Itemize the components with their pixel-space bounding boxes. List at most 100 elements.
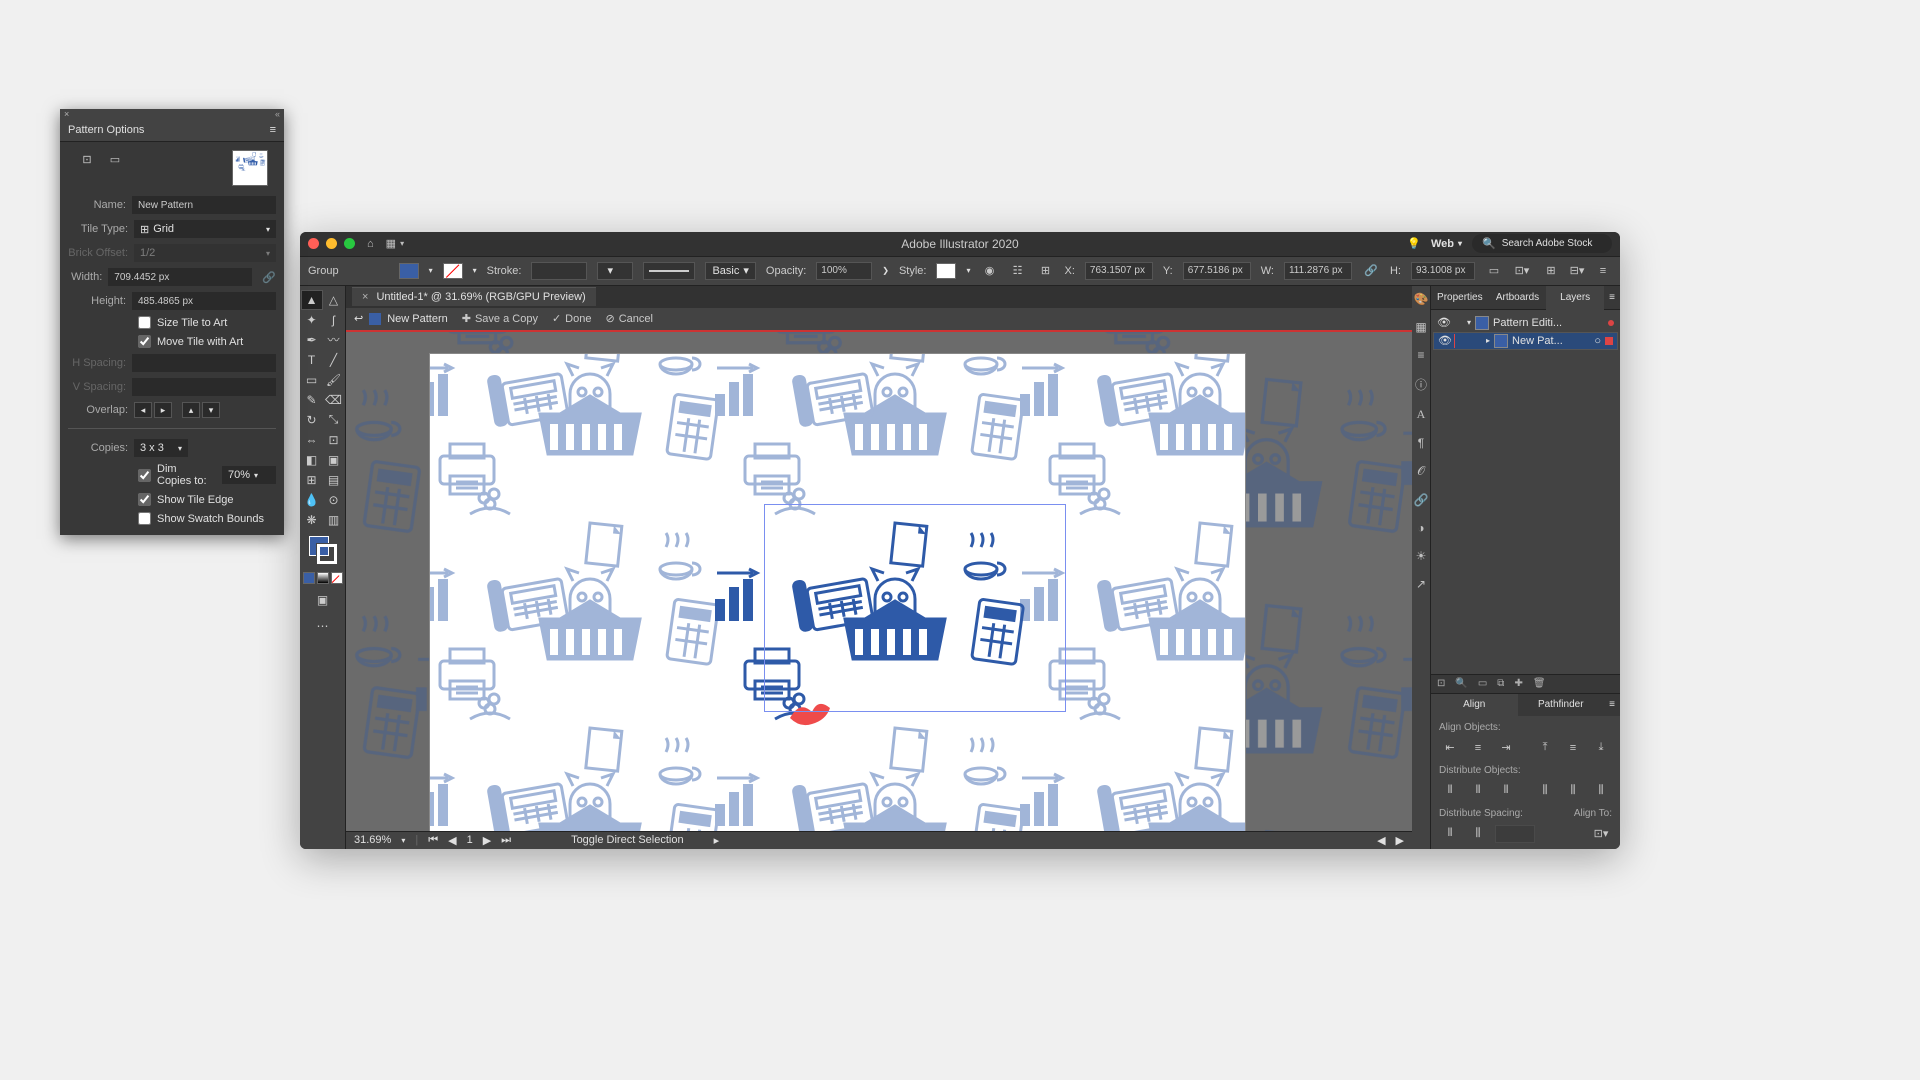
document-tab[interactable]: × Untitled-1* @ 31.69% (RGB/GPU Preview) [352,287,596,306]
link-wh-icon[interactable]: 🔗 [1362,262,1380,280]
blend-tool[interactable]: ⊙ [323,490,345,510]
free-transform-tool[interactable]: ⊡ [323,430,345,450]
brightness-panel-icon[interactable]: ☀ [1416,549,1427,563]
eyedropper-tool[interactable]: 💧 [301,490,323,510]
clip-mask-icon[interactable]: ▭ [1478,678,1487,689]
workspace-selector[interactable]: Web▾ [1431,238,1462,250]
canvas[interactable] [346,332,1412,831]
opentype-panel-icon[interactable]: 𝒪 [1417,464,1425,479]
brush-def[interactable] [643,262,695,280]
disclosure-icon[interactable]: ▾ [1467,318,1471,327]
tips-icon[interactable]: 💡 [1407,237,1421,250]
stroke-swatch[interactable] [443,263,463,279]
artboard-nav-last[interactable]: ⏭ [501,834,511,847]
brush-tool[interactable]: 🖌 [323,370,345,390]
cancel-button[interactable]: ⊘Cancel [605,312,652,325]
x-input[interactable]: 763.1507 px [1085,262,1153,280]
transform-icon[interactable]: ⊞ [1037,262,1055,280]
zoom-level[interactable]: 31.69% [354,834,391,846]
shaper-tool[interactable]: ✎ [301,390,323,410]
artboard-nav-next[interactable]: ▶ [483,834,491,847]
align-hcenter-icon[interactable]: ≡ [1467,739,1489,757]
selection-tool[interactable]: ▲ [301,290,323,310]
tab-pathfinder[interactable]: Pathfinder [1518,694,1605,716]
align-left-icon[interactable]: ⇤ [1439,739,1461,757]
arrange-docs-icon[interactable]: ▦ ▾ [386,237,404,250]
rect-tool[interactable]: ▭ [301,370,323,390]
magic-wand-tool[interactable]: ✦ [301,310,323,330]
minimize-window[interactable] [326,238,337,249]
shape-icon[interactable]: ▭ [1485,262,1503,280]
curvature-tool[interactable]: 〰 [323,330,345,350]
opacity-input[interactable]: 100% [816,262,872,280]
rotate-tool[interactable]: ↻ [301,410,323,430]
swatches-panel-icon[interactable]: ▦ [1415,320,1426,334]
export-panel-icon[interactable]: ↗ [1416,577,1426,591]
recolor-icon[interactable]: ◉ [981,262,999,280]
snap-icon[interactable]: ⊟▾ [1568,262,1586,280]
h-input[interactable]: 93.1008 px [1411,262,1475,280]
brush-profile[interactable]: Basic ▾ [705,262,755,280]
find-layer-icon[interactable]: 🔍 [1455,678,1467,689]
type-tool[interactable]: T [301,350,323,370]
menu-icon[interactable]: ≡ [1594,262,1612,280]
dist-spacing-v-icon[interactable]: ⫴ [1439,825,1461,843]
layer-row[interactable]: 👁 ▾ Pattern Editi... [1433,314,1618,332]
dist-spacing-h-icon[interactable]: ⫼ [1467,825,1489,843]
pattern-breadcrumb[interactable]: ↩ New Pattern [354,312,448,325]
done-button[interactable]: ✓Done [552,312,592,325]
tab-artboards[interactable]: Artboards [1489,286,1547,310]
dist-bottom-icon[interactable]: ⫴ [1495,782,1517,800]
close-window[interactable] [308,238,319,249]
close-tab-icon[interactable]: × [362,291,368,303]
line-tool[interactable]: ╱ [323,350,345,370]
color-panel-icon[interactable]: 🎨 [1414,292,1429,306]
w-input[interactable]: 111.2876 px [1284,262,1352,280]
paragraph-panel-icon[interactable]: ¶ [1418,436,1424,450]
var-width-profile[interactable]: ▾ [597,262,633,280]
screen-mode[interactable]: ▣ [312,590,334,610]
fill-swatch[interactable] [399,263,419,279]
perspective-tool[interactable]: ▣ [323,450,345,470]
layer-row[interactable]: 👁 ▸ New Pat... ○ [1433,332,1618,350]
tab-align[interactable]: Align [1431,694,1518,716]
appearance-panel-icon[interactable]: ◑ [1417,521,1424,535]
dist-top-icon[interactable]: ⫴ [1439,782,1461,800]
spacing-input[interactable] [1495,825,1535,843]
align-vcenter-icon[interactable]: ≡ [1562,739,1584,757]
tab-layers[interactable]: Layers [1546,286,1604,310]
target-icon[interactable]: ○ [1594,335,1601,347]
visibility-icon[interactable]: 👁 [1437,316,1449,329]
align-icon[interactable]: ☷ [1009,262,1027,280]
status-play-icon[interactable]: ▸ [714,834,720,847]
stroke-panel-icon[interactable]: ≡ [1417,348,1424,362]
artboard-nav-prev[interactable]: ◀ [448,834,456,847]
color-mode-swatches[interactable] [303,572,343,584]
symbol-spray-tool[interactable]: ❋ [301,510,323,530]
type-panel-icon[interactable]: A [1417,407,1426,422]
mesh-tool[interactable]: ⊞ [301,470,323,490]
align-right-icon[interactable]: ⇥ [1495,739,1517,757]
width-tool[interactable]: ⇔ [301,430,323,450]
lasso-tool[interactable]: ʃ [323,310,345,330]
locate-layer-icon[interactable]: ⊡ [1437,678,1445,689]
style-swatch[interactable] [936,263,956,279]
graph-tool[interactable]: ▥ [323,510,345,530]
gradient-tool[interactable]: ▤ [323,470,345,490]
tab-properties[interactable]: Properties [1431,286,1489,310]
links-panel-icon[interactable]: 🔗 [1414,493,1429,507]
eraser-tool[interactable]: ⌫ [323,390,345,410]
y-input[interactable]: 677.5186 px [1183,262,1251,280]
grid-toggle-icon[interactable]: ⊞ [1542,262,1560,280]
edit-toolbar[interactable]: ⋯ [312,616,334,636]
scale-tool[interactable]: ⤡ [323,410,345,430]
artboard-number[interactable]: 1 [467,834,473,846]
visibility-icon[interactable]: 👁 [1438,334,1450,347]
align-to-selector[interactable]: ⊡▾ [1590,825,1612,843]
dist-left-icon[interactable]: ⫼ [1534,782,1556,800]
align-top-icon[interactable]: ⤒ [1534,739,1556,757]
scroll-right[interactable]: ▶ [1396,834,1404,847]
direct-select-tool[interactable]: △ [323,290,345,310]
fill-stroke-control[interactable] [309,536,337,564]
dist-right-icon[interactable]: ⫼ [1590,782,1612,800]
